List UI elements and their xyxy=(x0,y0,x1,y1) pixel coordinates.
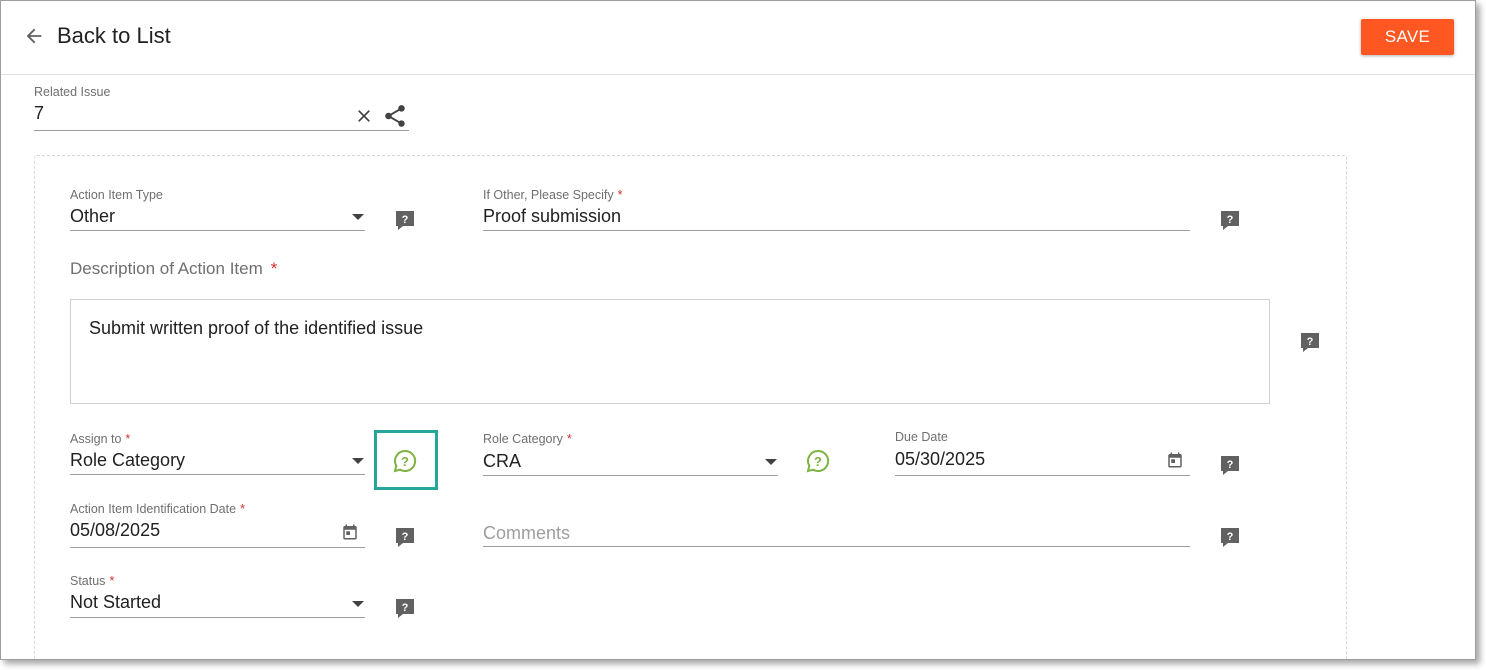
chevron-down-icon[interactable] xyxy=(765,459,777,465)
help-icon[interactable]: ? xyxy=(395,598,415,618)
svg-text:?: ? xyxy=(1227,531,1234,543)
identification-date-input[interactable]: 05/08/2025 xyxy=(70,520,160,541)
role-category-select[interactable]: CRA xyxy=(483,451,521,472)
back-label: Back to List xyxy=(57,23,171,48)
help-icon[interactable]: ? xyxy=(1220,527,1240,547)
action-item-type-underline xyxy=(70,230,365,231)
svg-text:?: ? xyxy=(1227,459,1234,471)
comments-input[interactable]: Comments xyxy=(483,523,570,544)
svg-text:?: ? xyxy=(402,214,409,226)
role-category-underline xyxy=(483,475,778,476)
assign-to-select[interactable]: Role Category xyxy=(70,450,185,471)
svg-text:?: ? xyxy=(1307,336,1314,348)
help-icon[interactable]: ? xyxy=(1300,332,1320,352)
svg-text:?: ? xyxy=(1227,214,1234,226)
help-icon[interactable]: ? xyxy=(1220,455,1240,475)
share-icon[interactable] xyxy=(382,103,408,129)
assign-to-underline xyxy=(70,474,365,475)
if-other-underline xyxy=(483,230,1190,231)
arrow-left-icon xyxy=(26,28,42,44)
status-label: Status * xyxy=(70,574,115,588)
role-category-label: Role Category * xyxy=(483,432,572,446)
chevron-down-icon[interactable] xyxy=(352,601,364,607)
due-date-label: Due Date xyxy=(895,430,948,444)
chevron-down-icon[interactable] xyxy=(352,214,364,220)
svg-text:?: ? xyxy=(814,454,822,469)
identification-date-underline xyxy=(70,547,365,548)
help-circle-icon[interactable]: ? xyxy=(393,449,417,473)
help-circle-icon[interactable]: ? xyxy=(806,449,830,473)
if-other-label: If Other, Please Specify * xyxy=(483,188,623,202)
calendar-icon[interactable] xyxy=(1166,451,1184,469)
assign-to-label: Assign to * xyxy=(70,432,131,446)
page-header: Back to List SAVE xyxy=(1,1,1475,75)
action-item-type-label: Action Item Type xyxy=(70,188,163,202)
comments-underline xyxy=(483,546,1190,547)
clear-icon[interactable] xyxy=(354,106,374,126)
identification-date-label: Action Item Identification Date * xyxy=(70,502,245,516)
related-issue-value[interactable]: 7 xyxy=(34,103,44,124)
calendar-icon[interactable] xyxy=(341,523,359,541)
help-icon[interactable]: ? xyxy=(395,527,415,547)
svg-text:?: ? xyxy=(402,531,409,543)
related-issue-underline xyxy=(34,130,409,131)
svg-text:?: ? xyxy=(402,602,409,614)
if-other-input[interactable]: Proof submission xyxy=(483,206,621,227)
help-icon[interactable]: ? xyxy=(1220,210,1240,230)
action-item-type-select[interactable]: Other xyxy=(70,206,115,227)
svg-text:?: ? xyxy=(401,454,409,469)
description-label: Description of Action Item * xyxy=(70,259,278,278)
chevron-down-icon[interactable] xyxy=(352,458,364,464)
status-underline xyxy=(70,617,365,618)
save-button[interactable]: SAVE xyxy=(1361,19,1454,55)
help-icon[interactable]: ? xyxy=(395,210,415,230)
description-textarea[interactable]: Submit written proof of the identified i… xyxy=(70,299,1270,404)
due-date-underline xyxy=(895,475,1190,476)
related-issue-label: Related Issue xyxy=(34,85,111,99)
due-date-input[interactable]: 05/30/2025 xyxy=(895,449,985,470)
back-to-list-link[interactable]: Back to List xyxy=(23,23,171,49)
status-select[interactable]: Not Started xyxy=(70,592,161,613)
action-item-form-window: Back to List SAVE Related Issue 7 Action… xyxy=(0,0,1476,660)
